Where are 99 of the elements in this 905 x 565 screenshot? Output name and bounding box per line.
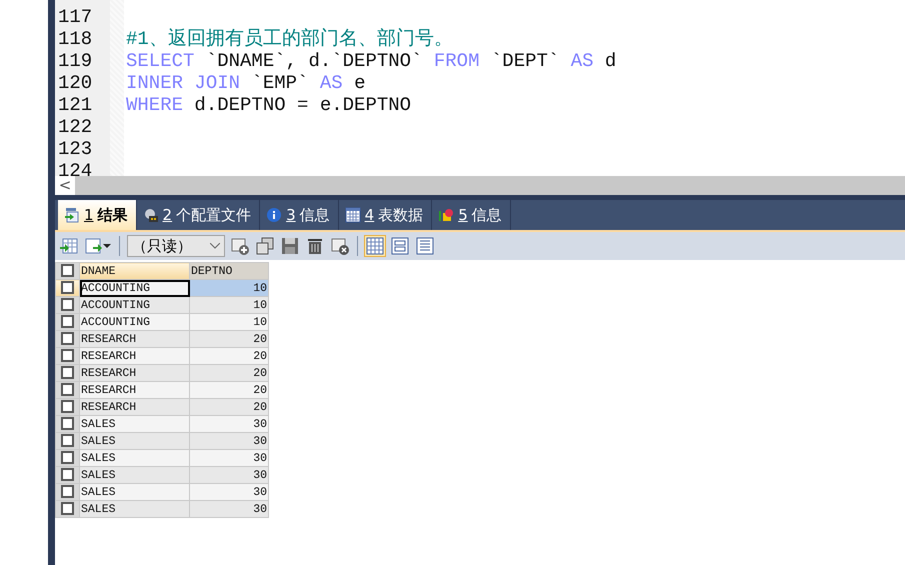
table-arrow-icon: [64, 207, 80, 223]
table-cell: 20: [190, 398, 268, 416]
mode-dropdown[interactable]: （只读）: [127, 235, 225, 257]
line-number: 121: [57, 94, 92, 116]
table-icon: [344, 207, 361, 223]
view-toggle[interactable]: [415, 236, 435, 256]
code-line: #1、返回拥有员工的部门名、部门号。: [126, 28, 453, 50]
table-cancel-icon: [331, 237, 349, 255]
scroll-left-button[interactable]: <: [55, 176, 75, 195]
view-toggle[interactable]: [365, 236, 385, 256]
table-cell: SALES: [80, 450, 190, 466]
table-cell: 30: [190, 500, 268, 518]
line-number: 117: [57, 6, 92, 28]
export-button[interactable]: [84, 236, 112, 256]
line-number: 120: [57, 72, 92, 94]
checkbox[interactable]: [61, 451, 74, 464]
row-header[interactable]: [56, 314, 80, 330]
table-cell: 30: [190, 432, 268, 450]
code-line: SELECT `DNAME`, d.`DEPTNO` FROM `DEPT` AS d: [126, 50, 616, 72]
code-line: INNER JOIN `EMP` AS e: [126, 72, 366, 94]
table-cell: 20: [190, 382, 268, 398]
row-header[interactable]: [56, 416, 80, 432]
text-view-icon: [416, 237, 434, 255]
table-cell: ACCOUNTING: [80, 296, 190, 314]
checkbox[interactable]: [61, 315, 74, 328]
row-header[interactable]: [56, 280, 80, 296]
checkbox[interactable]: [61, 400, 74, 414]
row-header[interactable]: [56, 330, 80, 348]
row-header[interactable]: [56, 364, 80, 382]
checkbox[interactable]: [61, 417, 74, 430]
line-number: 123: [57, 138, 92, 160]
table-cell: SALES: [80, 466, 190, 484]
line-number: 118: [57, 28, 92, 50]
table-cell: 30: [190, 416, 268, 432]
floppy-icon: [281, 237, 299, 255]
row-header[interactable]: [56, 500, 80, 518]
grid-view-icon: [366, 237, 384, 255]
shapes-icon: [438, 207, 454, 223]
checkbox[interactable]: [61, 298, 74, 312]
copy-icon: [256, 237, 274, 255]
row-header[interactable]: [56, 348, 80, 364]
table-cell: RESEARCH: [80, 382, 190, 398]
table-plus-icon: [231, 237, 249, 255]
table-cell: RESEARCH: [80, 364, 190, 382]
table-cell: 20: [190, 330, 268, 348]
checkbox[interactable]: [61, 264, 74, 278]
result-tab[interactable]: 1 结果: [58, 200, 137, 230]
cancel-button[interactable]: [330, 236, 350, 256]
row-header[interactable]: [56, 484, 80, 500]
row-header[interactable]: [56, 398, 80, 416]
trash-icon: [306, 237, 324, 255]
table-cell: 10: [190, 314, 268, 330]
checkbox[interactable]: [61, 349, 74, 362]
table-cell: SALES: [80, 484, 190, 500]
line-number: 122: [57, 116, 92, 138]
row-header[interactable]: [56, 296, 80, 314]
row-header[interactable]: [56, 450, 80, 466]
checkbox[interactable]: [61, 502, 74, 516]
table-cell: 20: [190, 348, 268, 364]
checkbox[interactable]: [61, 434, 74, 448]
checkbox[interactable]: [61, 332, 74, 346]
checkbox[interactable]: [61, 281, 74, 294]
table-cell: 10: [190, 296, 268, 314]
checkbox[interactable]: [61, 468, 74, 482]
table-arrow-icon: [60, 237, 78, 255]
table-cell: 30: [190, 484, 268, 500]
caret-icon: [103, 244, 111, 248]
table-cell: SALES: [80, 500, 190, 518]
duplicate-button[interactable]: [255, 236, 275, 256]
table-cell: 20: [190, 364, 268, 382]
table-cell: RESEARCH: [80, 330, 190, 348]
table-cell: ACCOUNTING: [80, 280, 190, 296]
import-button[interactable]: [59, 236, 79, 256]
form-view-icon: [391, 237, 409, 255]
add-row-button[interactable]: [230, 236, 250, 256]
info-icon: [266, 207, 282, 223]
checkbox[interactable]: [61, 366, 74, 380]
column-header[interactable]: DEPTNO: [190, 262, 268, 280]
code-line: WHERE d.DEPTNO = e.DEPTNO: [126, 94, 412, 116]
table-cell: SALES: [80, 432, 190, 450]
row-header[interactable]: [56, 432, 80, 450]
chevron-down-icon: [210, 243, 220, 249]
table-cell: SALES: [80, 416, 190, 432]
row-header[interactable]: [56, 466, 80, 484]
table-cell: ACCOUNTING: [80, 314, 190, 330]
line-number: 124: [57, 160, 92, 176]
table-cell: RESEARCH: [80, 398, 190, 416]
table-cell: 10: [190, 280, 268, 296]
checkbox[interactable]: [61, 383, 74, 396]
row-header[interactable]: [56, 382, 80, 398]
table-cell: RESEARCH: [80, 348, 190, 364]
column-header[interactable]: DNAME: [80, 262, 190, 280]
delete-button[interactable]: [305, 236, 325, 256]
view-toggle[interactable]: [390, 236, 410, 256]
table-cell: 30: [190, 466, 268, 484]
table-cell: 30: [190, 450, 268, 466]
line-number: 119: [57, 50, 92, 72]
checkbox[interactable]: [61, 485, 74, 498]
save-button[interactable]: [280, 236, 300, 256]
